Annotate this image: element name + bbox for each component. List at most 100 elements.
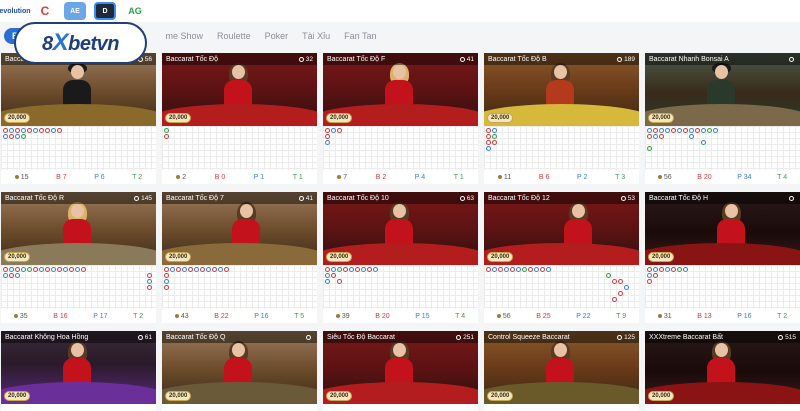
live-video-thumbnail[interactable]: XXXtreme Baccarat Bất 515 20,000 <box>645 331 800 404</box>
min-bet-badge: 20,000 <box>326 113 353 123</box>
table-card[interactable]: Baccarat Tốc Độ 32 20,000 2 B 0 P 1 T 1 <box>162 53 317 184</box>
table-card[interactable]: Baccarat Tốc Độ R 145 20,000 35 B 16 P 17… <box>1 192 156 323</box>
table-card[interactable]: Baccarat 56 20,000 15 B 7 P 6 T 2 <box>1 53 156 184</box>
min-bet-badge: 20,000 <box>4 113 31 123</box>
table-title-bar: Baccarat Không Hoa Hồng 61 <box>1 331 156 343</box>
live-video-thumbnail[interactable]: Baccarat Nhanh Bonsai A 20,000 <box>645 53 800 126</box>
live-video-thumbnail[interactable]: Baccarat Tốc Độ Q 20,000 <box>162 331 317 404</box>
table-title-bar: Baccarat Nhanh Bonsai A <box>645 53 800 65</box>
live-video-thumbnail[interactable]: Siêu Tốc Độ Baccarat 251 20,000 <box>323 331 478 404</box>
min-bet-badge: 20,000 <box>4 252 31 262</box>
banker-count: B 16 <box>53 312 68 320</box>
player-count: P 16 <box>254 312 269 320</box>
provider-ag-icon[interactable]: AG <box>124 2 146 20</box>
table-name: Control Squeeze Baccarat <box>488 333 570 341</box>
table-title-bar: Baccarat Tốc Độ F 41 <box>323 53 478 65</box>
tie-count: T 1 <box>292 173 303 181</box>
table-card[interactable]: Baccarat Tốc Độ 12 53 20,000 56 B 25 P 22… <box>484 192 639 323</box>
live-video-thumbnail[interactable]: Baccarat Tốc Độ 10 63 20,000 <box>323 192 478 265</box>
min-bet-badge: 20,000 <box>648 252 675 262</box>
viewer-count <box>306 334 313 340</box>
viewer-count: 41 <box>459 55 474 63</box>
table-card[interactable]: Baccarat Nhanh Bonsai A 20,000 56 B 20 P… <box>645 53 800 184</box>
bead-road <box>484 126 639 170</box>
user-icon <box>617 334 623 340</box>
player-count: P 16 <box>737 312 752 320</box>
viewer-count <box>789 195 796 201</box>
live-video-thumbnail[interactable]: Baccarat Tốc Độ 12 53 20,000 <box>484 192 639 265</box>
provider-evolution-icon[interactable]: evolution <box>0 2 31 20</box>
table-card[interactable]: Control Squeeze Baccarat 125 20,000 <box>484 331 639 411</box>
banker-count: B 25 <box>536 312 551 320</box>
tie-count: T 5 <box>294 312 305 320</box>
table-card[interactable]: Baccarat Không Hoa Hồng 61 20,000 <box>1 331 156 411</box>
total-rounds: 2 <box>182 173 187 181</box>
live-video-thumbnail[interactable]: Baccarat Tốc Độ H 20,000 <box>645 192 800 265</box>
total-rounds: 7 <box>343 173 348 181</box>
banker-count: B 2 <box>375 173 387 181</box>
table-title-bar: XXXtreme Baccarat Bất 515 <box>645 331 800 343</box>
table-card[interactable]: XXXtreme Baccarat Bất 515 20,000 <box>645 331 800 411</box>
tab-roulette[interactable]: Roulette <box>217 31 251 41</box>
bead-road <box>645 265 800 309</box>
provider-label: AE <box>70 7 80 15</box>
tie-count: T 2 <box>133 312 144 320</box>
banker-count: B 22 <box>214 312 229 320</box>
table-name: Baccarat Không Hoa Hồng <box>5 333 89 341</box>
provider-ae-icon[interactable]: AE <box>64 2 86 20</box>
table-title-bar: Baccarat Tốc Độ Q <box>162 331 317 343</box>
table-name: Baccarat Tốc Độ Q <box>166 333 226 341</box>
tie-count: T 4 <box>455 312 466 320</box>
tab-poker[interactable]: Poker <box>265 31 289 41</box>
table-card[interactable]: Baccarat Tốc Độ B 189 20,000 11 B 6 P 2 T… <box>484 53 639 184</box>
user-icon <box>617 56 623 62</box>
tab-tai-xiu[interactable]: Tài Xỉu <box>302 31 330 41</box>
live-video-thumbnail[interactable]: Baccarat Tốc Độ B 189 20,000 <box>484 53 639 126</box>
viewer-count <box>789 56 796 62</box>
total-rounds: 35 <box>19 312 28 320</box>
live-video-thumbnail[interactable]: Baccarat Tốc Độ 7 41 20,000 <box>162 192 317 265</box>
provider-c-icon[interactable]: C <box>34 2 56 20</box>
player-count: P 34 <box>737 173 752 181</box>
banker-count: B 13 <box>697 312 712 320</box>
table-name: Baccarat Tốc Độ 10 <box>327 194 389 202</box>
provider-dark-icon[interactable]: D <box>94 2 116 20</box>
user-icon <box>459 56 465 62</box>
table-title-bar: Baccarat Tốc Độ R 145 <box>1 192 156 204</box>
live-video-thumbnail[interactable]: Baccarat Tốc Độ F 41 20,000 <box>323 53 478 126</box>
tab-game-show[interactable]: me Show <box>166 31 204 41</box>
min-bet-badge: 20,000 <box>326 252 353 262</box>
tie-count: T 1 <box>453 173 464 181</box>
player-count: P 15 <box>415 312 430 320</box>
user-icon <box>298 56 304 62</box>
table-card[interactable]: Baccarat Tốc Độ H 20,000 31 B 13 P 16 T … <box>645 192 800 323</box>
viewer-number: 53 <box>627 194 635 202</box>
tab-fan-tan[interactable]: Fan Tan <box>344 31 376 41</box>
table-title-bar: Control Squeeze Baccarat 125 <box>484 331 639 343</box>
table-card[interactable]: Baccarat Tốc Độ 10 63 20,000 39 B 20 P 15… <box>323 192 478 323</box>
live-video-thumbnail[interactable]: Baccarat Tốc Độ R 145 20,000 <box>1 192 156 265</box>
viewer-number: 189 <box>624 55 635 63</box>
viewer-number: 41 <box>466 55 474 63</box>
table-card[interactable]: Baccarat Tốc Độ 7 41 20,000 43 B 22 P 16 … <box>162 192 317 323</box>
table-title-bar: Baccarat Tốc Độ 32 <box>162 53 317 65</box>
table-card[interactable]: Baccarat Tốc Độ Q 20,000 <box>162 331 317 411</box>
table-card[interactable]: Baccarat Tốc Độ F 41 20,000 7 B 2 P 4 T 1 <box>323 53 478 184</box>
table-stats: 2 B 0 P 1 T 1 <box>162 170 317 184</box>
brand-logo: 8Xbetvn <box>14 22 147 64</box>
table-stats: 11 B 6 P 2 T 3 <box>484 170 639 184</box>
table-name: Baccarat Tốc Độ R <box>5 194 65 202</box>
live-video-thumbnail[interactable]: Control Squeeze Baccarat 125 20,000 <box>484 331 639 404</box>
table-stats: 56 B 25 P 22 T 9 <box>484 309 639 323</box>
tie-count: T 2 <box>777 312 788 320</box>
table-name: Baccarat Tốc Độ <box>166 55 219 63</box>
provider-bar: evolution C AE D AG <box>0 0 800 22</box>
table-card[interactable]: Siêu Tốc Độ Baccarat 251 20,000 <box>323 331 478 411</box>
table-stats: 31 B 13 P 16 T 2 <box>645 309 800 323</box>
viewer-number: 56 <box>144 55 152 63</box>
banker-count: B 6 <box>538 173 550 181</box>
live-video-thumbnail[interactable]: Baccarat Tốc Độ 32 20,000 <box>162 53 317 126</box>
viewer-number: 251 <box>463 333 474 341</box>
banker-count: B 0 <box>214 173 226 181</box>
live-video-thumbnail[interactable]: Baccarat Không Hoa Hồng 61 20,000 <box>1 331 156 404</box>
